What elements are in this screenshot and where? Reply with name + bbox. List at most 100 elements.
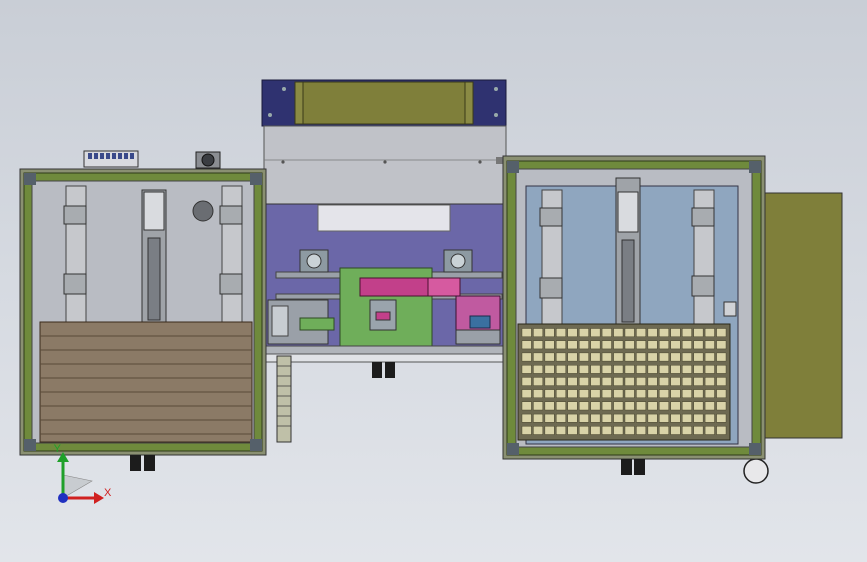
tray-pocket	[693, 389, 704, 399]
tray-pocket	[624, 365, 635, 374]
tray-pocket	[659, 389, 669, 399]
tray-pocket	[682, 352, 692, 362]
tray-pocket	[693, 352, 704, 362]
tray-pocket	[636, 389, 647, 399]
left-storage-module	[19, 150, 267, 471]
cable-gland-icon	[195, 151, 221, 169]
tray-pocket	[647, 328, 658, 337]
tray-pocket	[613, 401, 624, 411]
tray-pocket	[556, 413, 566, 423]
tray-pocket	[601, 365, 612, 374]
tray-pocket	[636, 413, 647, 423]
tray-pocket	[693, 377, 704, 386]
tray-pocket	[521, 401, 532, 411]
tray-pocket	[682, 389, 692, 399]
tray-pocket	[659, 413, 669, 423]
tray-pocket	[556, 328, 566, 337]
tray-pocket	[704, 401, 715, 411]
tray-pocket	[647, 365, 658, 374]
tray-pocket	[624, 389, 635, 399]
tray-pocket	[704, 352, 715, 362]
tray-pocket	[636, 340, 647, 350]
tray-pocket	[521, 426, 532, 435]
tray-pocket	[636, 328, 647, 337]
tray-pocket	[567, 340, 578, 350]
tray-pocket	[567, 413, 578, 423]
tray-pocket	[636, 352, 647, 362]
tray-pocket	[716, 426, 727, 435]
tray-pocket	[670, 389, 681, 399]
tray-pocket	[544, 352, 555, 362]
x-axis-label: X	[104, 487, 112, 499]
tray-pocket	[704, 328, 715, 337]
tray-pocket	[670, 352, 681, 362]
tray-pocket	[521, 413, 532, 423]
tray-pocket	[544, 340, 555, 350]
tray-pocket	[579, 401, 589, 411]
tray-pocket	[636, 426, 647, 435]
caster-wheel-icon	[743, 458, 769, 484]
tray-pocket	[601, 377, 612, 386]
y-axis-label: Y	[54, 443, 62, 455]
tray-pocket	[624, 413, 635, 423]
tray-pocket	[682, 328, 692, 337]
tray-pocket	[670, 426, 681, 435]
tray-pocket	[556, 426, 566, 435]
tray-pocket	[682, 377, 692, 386]
tray-pocket	[613, 365, 624, 374]
tray-pocket	[521, 377, 532, 386]
tray-pocket	[579, 365, 589, 374]
tray-pocket	[590, 352, 601, 362]
tray-pocket	[556, 401, 566, 411]
tray-pocket	[567, 401, 578, 411]
tray-pocket	[613, 340, 624, 350]
tray-pocket	[704, 340, 715, 350]
tray-pocket	[533, 426, 544, 435]
tray-pocket	[544, 413, 555, 423]
tray-pocket	[682, 426, 692, 435]
tray-pocket	[624, 340, 635, 350]
tray-pocket	[659, 401, 669, 411]
tray-pocket	[567, 426, 578, 435]
tray-pocket	[601, 340, 612, 350]
top-feeder-module	[261, 79, 507, 127]
tray-pocket	[613, 352, 624, 362]
tray-pocket	[624, 401, 635, 411]
tray-pocket	[521, 352, 532, 362]
tray-pocket	[544, 377, 555, 386]
tray-pocket	[693, 401, 704, 411]
tray-pocket	[533, 340, 544, 350]
tray-pocket	[716, 413, 727, 423]
tray-pocket	[567, 377, 578, 386]
tray-pocket	[693, 365, 704, 374]
tray-pocket	[533, 401, 544, 411]
motor-left	[299, 249, 329, 273]
tray-pocket	[647, 340, 658, 350]
tray-pocket	[579, 413, 589, 423]
tray-pocket	[601, 389, 612, 399]
tray-pocket	[567, 352, 578, 362]
tray-pocket	[544, 401, 555, 411]
tray-pocket	[556, 365, 566, 374]
tray-pocket	[682, 401, 692, 411]
tray-pocket	[533, 377, 544, 386]
tray-pocket	[579, 352, 589, 362]
tray-pocket	[544, 328, 555, 337]
tray-pocket	[682, 365, 692, 374]
tray-pocket	[693, 340, 704, 350]
tray-pocket	[613, 389, 624, 399]
tray-pocket	[624, 426, 635, 435]
center-processing-module	[263, 125, 507, 443]
tray-pocket	[590, 328, 601, 337]
tray-pocket	[601, 401, 612, 411]
tray-pocket	[601, 352, 612, 362]
tray-pocket	[544, 426, 555, 435]
tray-pocket	[647, 426, 658, 435]
tray-pocket	[716, 352, 727, 362]
tray-pocket	[716, 389, 727, 399]
tray-pocket	[521, 365, 532, 374]
tray-pocket	[601, 328, 612, 337]
z-axis-dot	[58, 493, 68, 503]
tray-pocket	[590, 401, 601, 411]
motor-right	[443, 249, 473, 273]
